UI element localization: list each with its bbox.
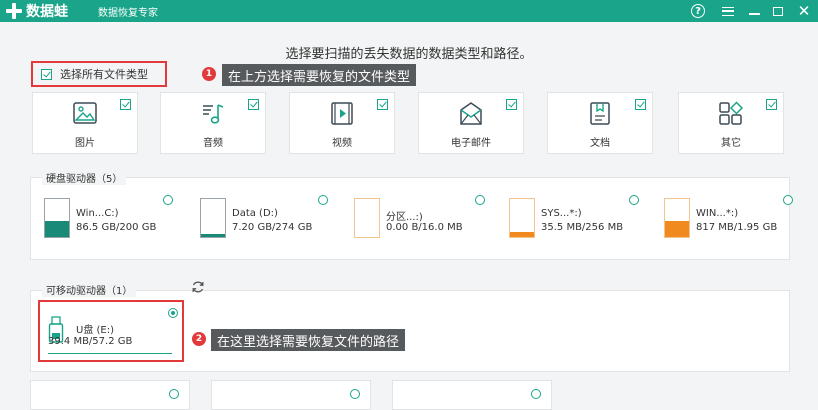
drive-name: Data (D:): [232, 208, 278, 219]
app-subtitle: 数据恢复专家: [98, 8, 158, 19]
removable-drive-title: 可移动驱动器（1）: [42, 282, 137, 297]
partial-drive-card[interactable]: [211, 380, 371, 410]
menu-icon: [722, 6, 734, 16]
callout-1: 在上方选择需要恢复的文件类型: [222, 64, 417, 86]
drive-radio[interactable]: [629, 195, 639, 205]
select-all-checkbox[interactable]: 选择所有文件类型: [31, 61, 167, 87]
drive-size: 35.5 MB/256 MB: [541, 222, 624, 233]
type-checkbox[interactable]: [635, 99, 646, 110]
music-icon: [203, 104, 224, 124]
partial-drive-card[interactable]: [392, 380, 552, 410]
callout-2: 在这里选择需要恢复文件的路径: [211, 329, 406, 351]
drive-radio[interactable]: [318, 195, 328, 205]
usb-drive-usage-bar: [48, 352, 172, 354]
app-name: 数据蛙: [26, 4, 68, 20]
help-icon: ?: [691, 4, 705, 18]
step-badge-1: 1: [202, 67, 216, 81]
video-icon: [331, 102, 353, 125]
drive-size: 817 MB/1.95 GB: [696, 222, 778, 233]
drive-size: 0.00 B/16.0 MB: [386, 222, 463, 233]
drive-item[interactable]: 分区...:) 0.00 B/16.0 MB: [354, 191, 494, 251]
drive-icon: [200, 198, 226, 238]
drive-item[interactable]: SYS...*:) 35.5 MB/256 MB: [509, 191, 649, 251]
drive-usage-fill: [201, 233, 225, 237]
logo-cross-icon: [6, 3, 22, 19]
type-checkbox[interactable]: [766, 99, 777, 110]
type-label: 视频: [332, 138, 352, 149]
type-label: 文档: [590, 138, 610, 149]
drive-name: 分区...:): [386, 212, 423, 223]
usb-drive-radio[interactable]: [168, 308, 178, 318]
title-bar: 数据蛙 数据恢复专家 ? ✕: [0, 0, 818, 22]
help-button[interactable]: ?: [686, 0, 710, 22]
close-icon: ✕: [797, 1, 811, 20]
refresh-icon[interactable]: [191, 280, 205, 294]
usb-drive-item[interactable]: U盘 (E:) 39.4 MB/57.2 GB: [38, 300, 184, 362]
type-checkbox[interactable]: [248, 99, 259, 110]
type-checkbox[interactable]: [506, 99, 517, 110]
instruction-text: 选择要扫描的丢失数据的数据类型和路径。: [285, 47, 533, 62]
select-all-label: 选择所有文件类型: [60, 68, 148, 81]
menu-button[interactable]: [716, 0, 740, 22]
drive-usage-fill: [45, 220, 69, 237]
type-checkbox[interactable]: [377, 99, 388, 110]
drive-icon: [354, 198, 380, 238]
drive-radio[interactable]: [783, 195, 793, 205]
hard-drive-title: 硬盘驱动器（5）: [42, 170, 127, 185]
drive-name: WIN...*:): [696, 208, 739, 219]
drive-radio[interactable]: [531, 389, 541, 399]
partial-drive-card[interactable]: [30, 380, 190, 410]
maximize-icon: [773, 6, 783, 16]
drive-size: 86.5 GB/200 GB: [76, 222, 157, 233]
type-card-audio[interactable]: 音频: [160, 92, 266, 154]
drive-radio[interactable]: [169, 389, 179, 399]
type-checkbox[interactable]: [120, 99, 131, 110]
step-badge-2: 2: [192, 332, 206, 346]
checkbox-icon: [41, 68, 52, 80]
maximize-button[interactable]: [766, 0, 790, 22]
type-label: 电子邮件: [451, 138, 491, 149]
drive-usage-fill: [510, 231, 534, 237]
close-button[interactable]: ✕: [792, 0, 816, 22]
type-label: 图片: [75, 138, 95, 149]
type-card-email[interactable]: 电子邮件: [418, 92, 524, 154]
minimize-icon: [748, 13, 760, 15]
drive-size: 7.20 GB/274 GB: [232, 222, 313, 233]
type-card-document[interactable]: 文档: [547, 92, 653, 154]
minimize-button[interactable]: [742, 0, 766, 22]
drive-radio[interactable]: [163, 195, 173, 205]
drive-icon: [664, 198, 690, 238]
type-card-other[interactable]: 其它: [678, 92, 784, 154]
drive-radio[interactable]: [475, 195, 485, 205]
type-card-video[interactable]: 视频: [289, 92, 395, 154]
drive-icon: [44, 198, 70, 238]
drive-name: Win...C:): [76, 208, 119, 219]
usb-drive-name: U盘 (E:): [76, 325, 114, 336]
image-icon: [73, 102, 97, 124]
usb-drive-size: 39.4 MB/57.2 GB: [48, 336, 133, 347]
type-label: 音频: [203, 138, 223, 149]
drive-usage-fill: [665, 221, 689, 237]
drive-radio[interactable]: [350, 389, 360, 399]
drive-name: SYS...*:): [541, 208, 582, 219]
type-card-image[interactable]: 图片: [32, 92, 138, 154]
other-icon: [719, 101, 744, 125]
document-icon: [590, 102, 610, 125]
email-icon: [460, 102, 482, 125]
drive-icon: [509, 198, 535, 238]
type-label: 其它: [721, 138, 741, 149]
app-logo: 数据蛙: [6, 2, 68, 20]
